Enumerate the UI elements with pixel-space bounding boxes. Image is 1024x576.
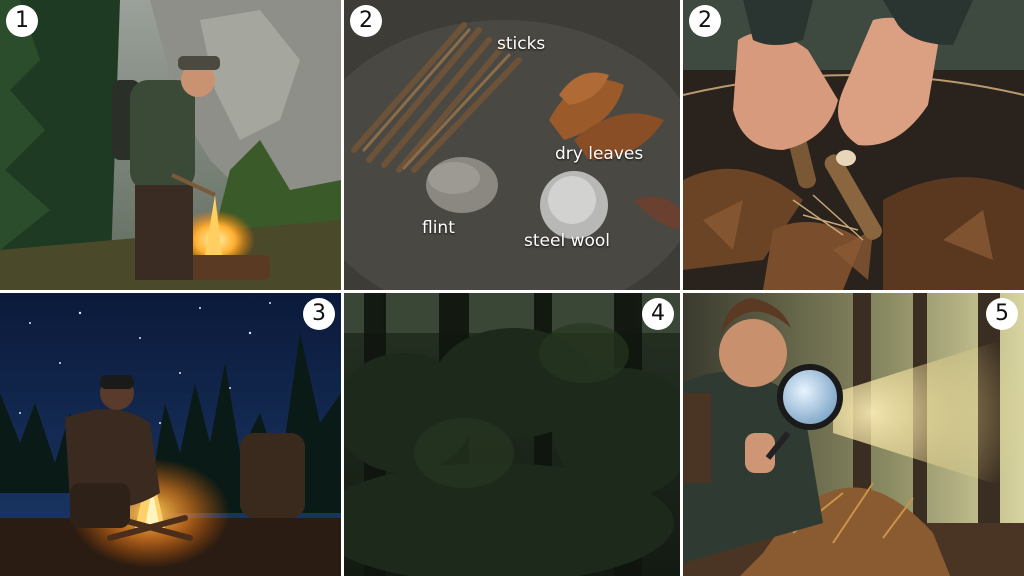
label-flint: flint bbox=[422, 218, 455, 238]
step-number-badge: 2 bbox=[689, 5, 721, 37]
panel-hiker-lighting-fire: 1 bbox=[0, 0, 341, 290]
panel-dark-forest: 4 bbox=[344, 293, 680, 576]
panel-hands-building-fire: 2 bbox=[683, 0, 1024, 290]
label-steel-wool: steel wool bbox=[524, 231, 610, 251]
panel-fire-materials: sticks dry leaves flint steel wool 2 bbox=[344, 0, 680, 290]
dark-forest-scene bbox=[344, 293, 680, 576]
hiker-fire-scene bbox=[0, 0, 341, 290]
hands-sticks-scene bbox=[683, 0, 1024, 290]
step-number-badge: 3 bbox=[303, 298, 335, 330]
night-fire-scene bbox=[0, 293, 341, 576]
step-number-badge: 1 bbox=[6, 5, 38, 37]
magnifier-scene bbox=[683, 293, 1024, 576]
photo-collage: 1 sticks dry leaves flint steel wool 2 2… bbox=[0, 0, 1024, 576]
panel-magnifying-glass: 5 bbox=[683, 293, 1024, 576]
step-number-badge: 2 bbox=[350, 5, 382, 37]
label-dry-leaves: dry leaves bbox=[555, 144, 644, 164]
step-number-badge: 4 bbox=[642, 298, 674, 330]
step-number-badge: 5 bbox=[986, 298, 1018, 330]
panel-night-campfire: 3 bbox=[0, 293, 341, 576]
label-sticks: sticks bbox=[497, 34, 546, 54]
